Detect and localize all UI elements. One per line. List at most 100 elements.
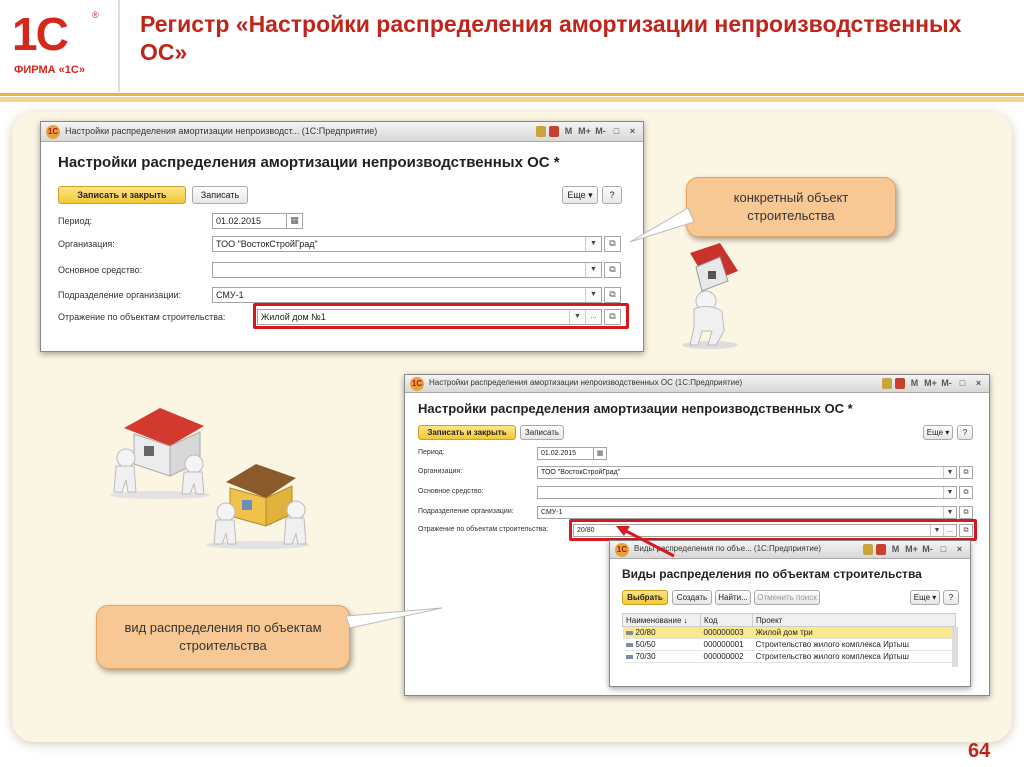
department-input[interactable]: СМУ-1 ▼ (212, 287, 602, 303)
more-button[interactable]: Еще ▾ (910, 590, 940, 605)
maximize-icon[interactable]: □ (937, 543, 950, 556)
save-button[interactable]: Записать (192, 186, 248, 204)
calendar-icon[interactable] (536, 126, 546, 137)
maximize-icon[interactable]: □ (610, 125, 623, 138)
settings-window-1: 1С Настройки распределения амортизации н… (40, 121, 644, 352)
table-icon[interactable] (895, 378, 905, 389)
chevron-down-icon[interactable]: ▼ (585, 288, 601, 302)
window-titlebar[interactable]: 1С Настройки распределения амортизации н… (41, 122, 643, 142)
callout-construction-object: конкретный объект строительства (686, 177, 896, 237)
period-label: Период: (58, 216, 93, 226)
department-input[interactable]: СМУ-1 ▼ (537, 506, 957, 519)
chevron-down-icon[interactable]: ▼ (943, 487, 956, 498)
save-and-close-button[interactable]: Записать и закрыть (58, 186, 186, 204)
organization-label: Организация: (418, 468, 463, 475)
chevron-down-icon[interactable]: ▼ (943, 467, 956, 478)
worker-carrying-house-image (668, 241, 752, 349)
help-button[interactable]: ? (943, 590, 959, 605)
catalog-item-icon (625, 630, 633, 635)
form-title: Настройки распределения амортизации непр… (418, 401, 853, 416)
memory-plus-button[interactable]: M+ (578, 125, 591, 138)
calendar-icon[interactable] (863, 544, 873, 555)
select-button[interactable]: Выбрать (622, 590, 668, 605)
help-button[interactable]: ? (957, 425, 973, 440)
distribution-types-window: 1С Виды распределения по объе... (1С:Пре… (609, 540, 971, 687)
maximize-icon[interactable]: □ (956, 377, 969, 390)
header-band (0, 93, 1024, 96)
memory-minus-button[interactable]: M- (940, 377, 953, 390)
open-form-icon[interactable]: ⧉ (959, 466, 973, 479)
cell-name: 70/30 (622, 650, 701, 663)
open-form-icon[interactable]: ⧉ (604, 262, 621, 278)
chevron-down-icon[interactable]: ▼ (585, 237, 601, 251)
calendar-icon[interactable] (882, 378, 892, 389)
memory-plus-button[interactable]: M+ (905, 543, 918, 556)
close-icon[interactable]: × (626, 125, 639, 138)
cell-project: Жилой дом три (752, 626, 956, 639)
department-label: Подразделение организации: (58, 290, 182, 300)
column-header-project[interactable]: Проект (752, 613, 956, 627)
more-button[interactable]: Еще ▾ (923, 425, 953, 440)
window-titlebar[interactable]: 1С Настройки распределения амортизации н… (405, 375, 989, 393)
cell-name: 50/50 (622, 638, 701, 651)
create-button[interactable]: Создать (672, 590, 712, 605)
open-form-icon[interactable]: ⧉ (604, 236, 621, 252)
organization-label: Организация: (58, 239, 115, 249)
save-button[interactable]: Записать (520, 425, 564, 440)
fixed-asset-input[interactable]: ▼ (537, 486, 957, 499)
help-button[interactable]: ? (602, 186, 622, 204)
open-form-icon[interactable]: ⧉ (959, 486, 973, 499)
open-form-icon[interactable]: ⧉ (959, 506, 973, 519)
memory-minus-button[interactable]: M- (921, 543, 934, 556)
table-row[interactable]: 70/30 000000002 Строительство жилого ком… (622, 650, 956, 663)
memory-plus-button[interactable]: M+ (924, 377, 937, 390)
window-title: Настройки распределения амортизации непр… (65, 126, 378, 136)
memory-button[interactable]: M (889, 543, 902, 556)
more-button[interactable]: Еще ▾ (562, 186, 598, 204)
department-label: Подразделение организации: (418, 508, 514, 515)
calendar-picker-icon[interactable]: ▦ (593, 447, 607, 460)
close-icon[interactable]: × (953, 543, 966, 556)
1c-app-icon: 1С (410, 377, 424, 391)
logo-mark: 1С (12, 8, 69, 60)
open-form-icon[interactable]: ⧉ (604, 287, 621, 303)
cell-name-text: 50/50 (635, 640, 656, 649)
column-header-name[interactable]: Наименование ↓ (622, 613, 701, 627)
cell-name: 20/80 (622, 626, 701, 639)
slide-title: Регистр «Настройки распределения амортиз… (140, 11, 962, 65)
logo-text: ФИРМА «1С» (14, 64, 85, 76)
organization-input[interactable]: ТОО "ВостокСтройГрад" ▼ (212, 236, 602, 252)
fixed-asset-label: Основное средство: (418, 488, 484, 495)
department-value: СМУ-1 (216, 290, 244, 300)
memory-button[interactable]: M (562, 125, 575, 138)
organization-input[interactable]: ТОО "ВостокСтройГрад" ▼ (537, 466, 957, 479)
cancel-search-button[interactable]: Отменить поиск (754, 590, 820, 605)
department-value: СМУ-1 (541, 509, 563, 516)
memory-button[interactable]: M (908, 377, 921, 390)
table-row[interactable]: 50/50 000000001 Строительство жилого ком… (622, 638, 956, 651)
table-scrollbar[interactable] (952, 627, 958, 667)
column-header-code[interactable]: Код (700, 613, 753, 627)
table-icon[interactable] (876, 544, 886, 555)
fixed-asset-label: Основное средство: (58, 265, 143, 275)
chevron-down-icon[interactable]: ▼ (585, 263, 601, 277)
form-title: Настройки распределения амортизации непр… (58, 154, 560, 171)
table-icon[interactable] (549, 126, 559, 137)
chevron-down-icon[interactable]: ▼ (943, 507, 956, 518)
close-icon[interactable]: × (972, 377, 985, 390)
slide-header: 1С ® ФИРМА «1С» Регистр «Настройки распр… (0, 0, 1024, 92)
calendar-picker-icon[interactable]: ▦ (286, 213, 303, 229)
save-and-close-button[interactable]: Записать и закрыть (418, 425, 516, 440)
cell-project: Строительство жилого комплекса Иртыш (752, 650, 956, 663)
construction-reflection-label: Отражение по объектам строительства: (418, 526, 549, 533)
fixed-asset-input[interactable]: ▼ (212, 262, 602, 278)
window-title: Настройки распределения амортизации непр… (429, 378, 743, 387)
find-button[interactable]: Найти... (715, 590, 751, 605)
page-number: 64 (968, 740, 991, 762)
table-row[interactable]: 20/80 000000003 Жилой дом три (622, 626, 956, 639)
memory-minus-button[interactable]: M- (594, 125, 607, 138)
company-logo: 1С ® ФИРМА «1С» (10, 8, 108, 84)
construction-reflection-label: Отражение по объектам строительства: (58, 312, 226, 322)
callout-pointer-1 (630, 207, 695, 243)
catalog-item-icon (625, 654, 633, 659)
